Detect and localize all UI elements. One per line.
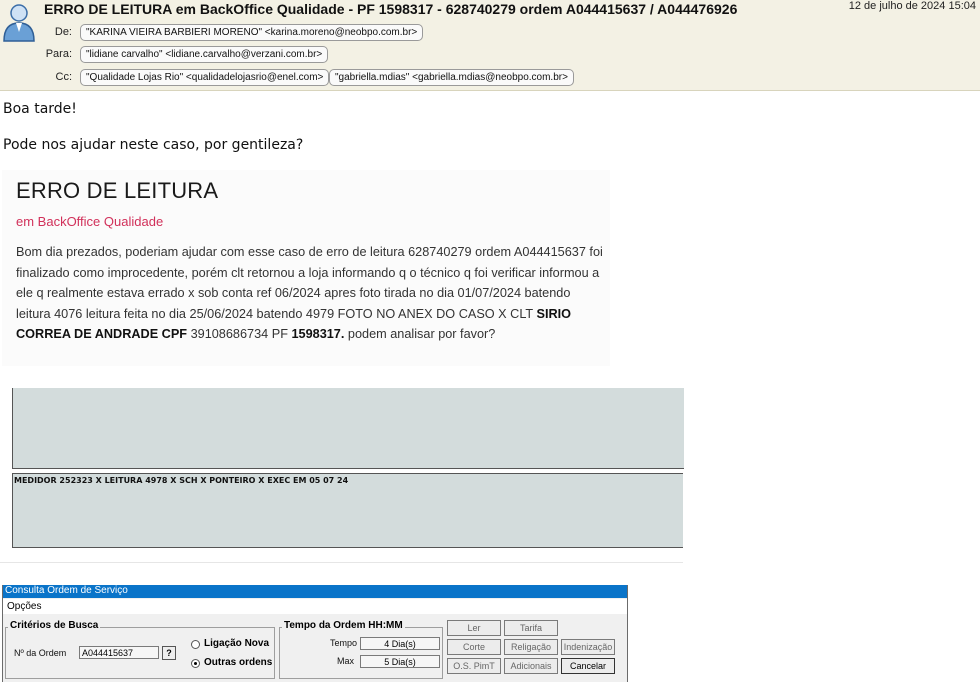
ler-button[interactable]: Ler — [447, 620, 501, 636]
radio-ligacao-nova-label: Ligação Nova — [204, 638, 270, 649]
help-button[interactable]: ? — [162, 646, 176, 660]
greeting-text: Boa tarde! — [3, 101, 77, 117]
search-criteria-group: Critérios de Busca Nº da Ordem A04441563… — [5, 620, 275, 679]
menu-bar: Opções — [3, 599, 627, 614]
indenizacao-button[interactable]: Indenização — [561, 639, 615, 655]
photo-caption: MEDIDOR 252323 X LEITURA 4978 X SCH X PO… — [14, 476, 349, 485]
to-label: Para: — [45, 48, 72, 60]
window-title: Consulta Ordem de Serviço — [3, 585, 627, 598]
card-title: ERRO DE LEITURA — [16, 178, 219, 203]
radio-ligacao-nova[interactable] — [191, 640, 200, 649]
card-message: Bom dia prezados, poderiam ajudar com es… — [16, 242, 608, 345]
os-pimt-button[interactable]: O.S. PimT — [447, 658, 501, 674]
from-address-chip[interactable]: "KARINA VIEIRA BARBIERI MORENO" <karina.… — [80, 24, 424, 41]
consulta-ordem-window: Consulta Ordem de Serviço Opções Critéri… — [2, 585, 628, 682]
order-number-input[interactable]: A044415637 — [79, 646, 159, 659]
max-value: 5 Dia(s) — [360, 655, 440, 668]
from-label: De: — [54, 26, 72, 38]
attached-photo-top — [12, 388, 684, 469]
cc-label: Cc: — [55, 71, 73, 83]
message-part: podem analisar por favor? — [344, 327, 496, 341]
adicionais-button[interactable]: Adicionais — [504, 658, 558, 674]
menu-opcoes[interactable]: Opções — [7, 601, 41, 612]
backoffice-card: ERRO DE LEITURA em BackOffice Qualidade … — [2, 170, 610, 366]
order-time-title: Tempo da Ordem HH:MM — [282, 620, 405, 631]
order-number-label: Nº da Ordem — [14, 648, 67, 658]
order-time-group: Tempo da Ordem HH:MM Tempo 4 Dia(s) Max … — [279, 620, 443, 679]
time-value: 4 Dia(s) — [360, 637, 440, 650]
email-header: ERRO DE LEITURA em BackOffice Qualidade … — [0, 0, 980, 91]
cc-address-chip[interactable]: "Qualidade Lojas Rio" <qualidadelojasrio… — [80, 69, 330, 86]
time-label: Tempo — [330, 638, 358, 648]
message-part: Bom dia prezados, poderiam ajudar com es… — [16, 245, 603, 321]
email-date: 12 de julho de 2024 15:04 — [848, 0, 976, 12]
attached-photo-bottom: MEDIDOR 252323 X LEITURA 4978 X SCH X PO… — [12, 473, 683, 548]
divider — [0, 562, 683, 563]
search-criteria-title: Critérios de Busca — [8, 620, 101, 631]
religacao-button[interactable]: Religação — [504, 639, 558, 655]
cancelar-button[interactable]: Cancelar — [561, 658, 615, 674]
email-subject: ERRO DE LEITURA em BackOffice Qualidade … — [44, 1, 738, 17]
to-address-chip[interactable]: "lidiane carvalho" <lidiane.carvalho@ver… — [80, 46, 329, 63]
radio-outras-ordens[interactable] — [191, 659, 200, 668]
radio-outras-ordens-label: Outras ordens — [204, 657, 273, 668]
card-subtitle[interactable]: em BackOffice Qualidade — [16, 214, 163, 229]
max-label: Max — [337, 656, 355, 666]
corte-button[interactable]: Corte — [447, 639, 501, 655]
cc-address-chip[interactable]: "gabriella.mdias" <gabriella.mdias@neobp… — [329, 69, 574, 86]
request-text: Pode nos ajudar neste caso, por gentilez… — [3, 137, 304, 153]
tarifa-button[interactable]: Tarifa — [504, 620, 558, 636]
pf-number: 1598317. — [291, 327, 345, 341]
message-part: 39108686734 PF — [187, 327, 292, 341]
